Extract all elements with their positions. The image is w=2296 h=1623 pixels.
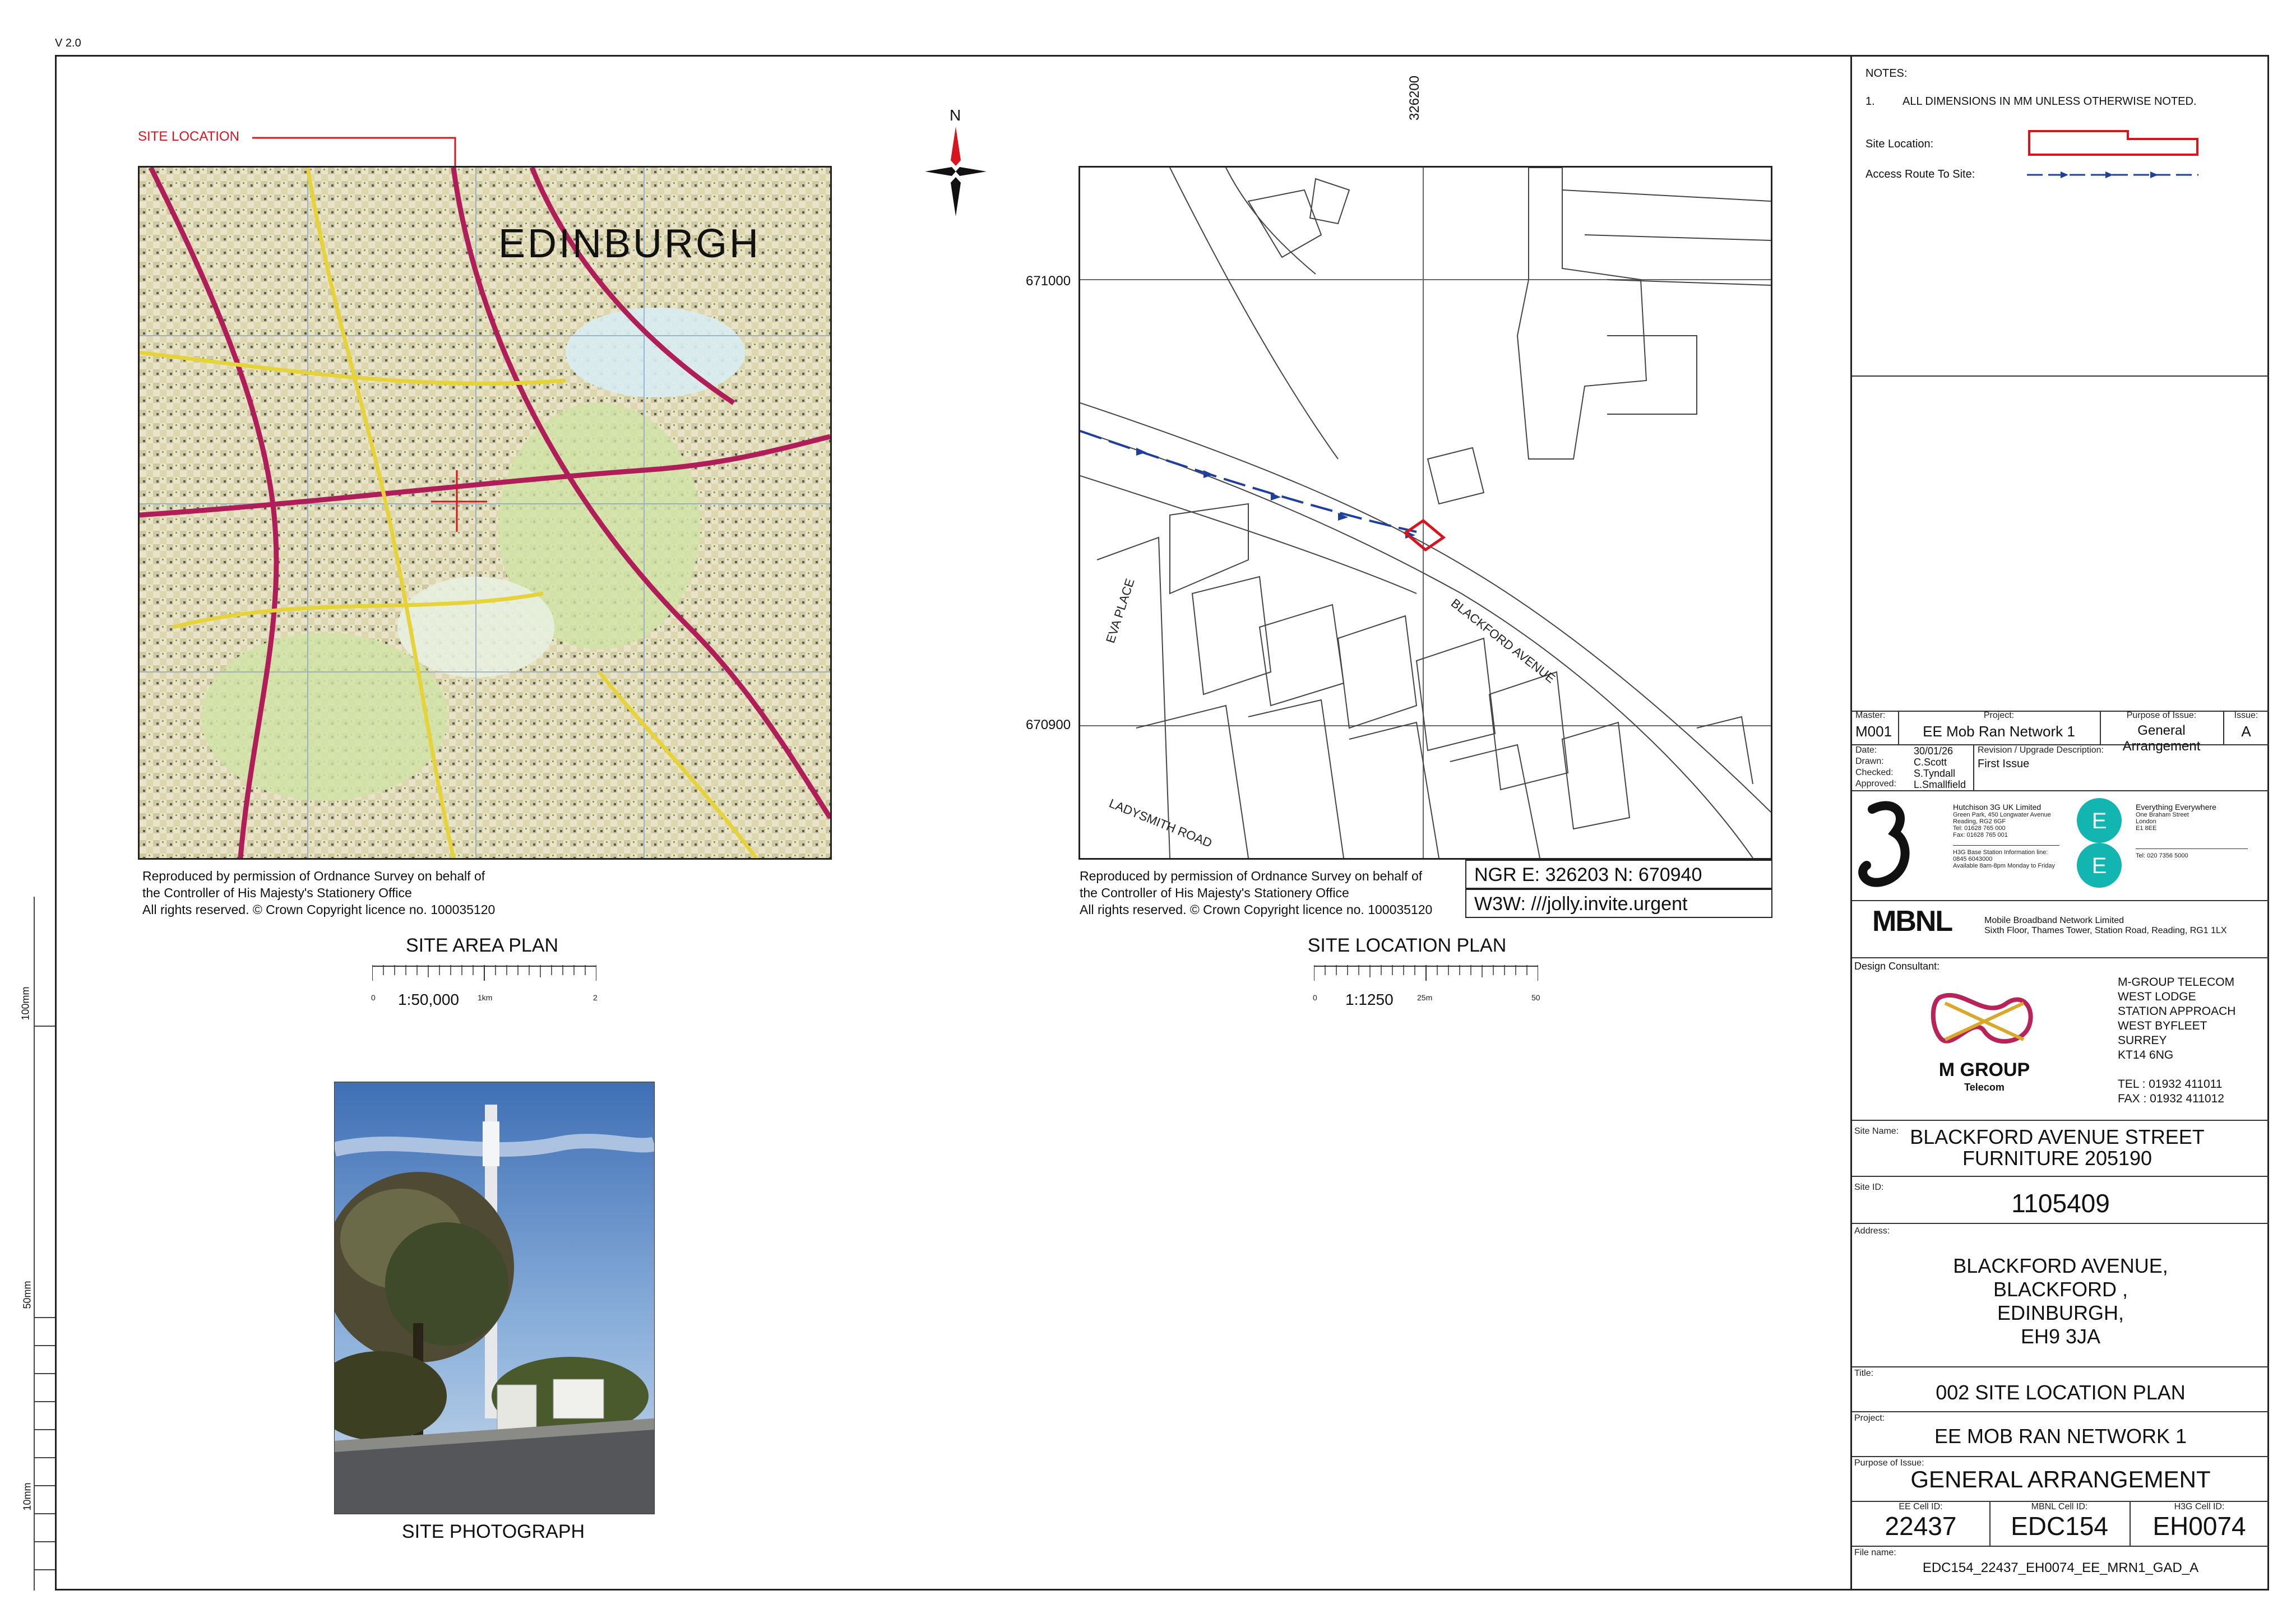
h3g-info: Hutchison 3G UK Limited Green Park, 450 … xyxy=(1953,803,2059,869)
area-ruler-start: 0 xyxy=(371,993,376,1002)
site-photograph xyxy=(334,1082,655,1514)
revision-table: Date: 30/01/26 Drawn: C.Scott Checked: S… xyxy=(1855,745,2104,790)
site-name: BLACKFORD AVENUE STREET FURNITURE 205190 xyxy=(1910,1125,2205,1170)
area-plan-scale: 1:50,000 xyxy=(398,991,459,1008)
ee-info: Everything Everywhere One Braham Street … xyxy=(2136,803,2248,859)
version-label: V 2.0 xyxy=(55,37,81,49)
location-ruler-start: 0 xyxy=(1313,993,1317,1002)
area-plan-scale-ruler xyxy=(372,965,597,987)
file-name: EDC154_22437_EH0074_EE_MRN1_GAD_A xyxy=(1922,1560,2199,1575)
drawn-value: C.Scott xyxy=(1914,757,1947,768)
ee-cell-value: 22437 xyxy=(1885,1511,1957,1541)
h3g-cell: H3G Cell ID: EH0074 xyxy=(2130,1502,2269,1546)
map-place-name: EDINBURGH xyxy=(498,221,761,266)
master-value: M001 xyxy=(1855,723,1892,740)
site-area-plan-title: SITE AREA PLAN xyxy=(405,935,559,956)
mbnl-cell-value: EDC154 xyxy=(2011,1511,2108,1541)
w3w-box: W3W: ///jolly.invite.urgent xyxy=(1465,889,1772,918)
ngr-box: NGR E: 326203 N: 670940 xyxy=(1465,860,1772,889)
location-ruler-mid: 25m xyxy=(1417,993,1433,1002)
location-plan-copyright: Reproduced by permission of Ordnance Sur… xyxy=(1080,869,1433,917)
issue-value: A xyxy=(2241,723,2251,740)
date-value: 30/01/26 xyxy=(1914,745,1954,757)
svg-text:E: E xyxy=(2092,809,2107,833)
site-area-map: EDINBURGH xyxy=(138,166,832,860)
revision-value: First Issue xyxy=(1978,758,2030,770)
approved-value: L.Smallfield xyxy=(1914,779,1966,790)
issue-cell: Issue: A xyxy=(2223,711,2269,744)
area-plan-copyright: Reproduced by permission of Ordnance Sur… xyxy=(142,869,496,917)
north-arrow-icon xyxy=(925,127,987,216)
three-logo xyxy=(1858,801,1910,887)
design-consultant-label: Design Consultant: xyxy=(1854,961,1940,972)
site-photograph-title: SITE PHOTOGRAPH xyxy=(401,1521,585,1542)
area-ruler-mid: 1km xyxy=(478,993,493,1002)
mbnl-logo: MBNL xyxy=(1872,905,1953,938)
scale-mark-100: 100mm xyxy=(20,986,31,1021)
site-id: 1105409 xyxy=(2011,1189,2110,1218)
ee-cell: EE Cell ID: 22437 xyxy=(1852,1502,1991,1546)
checked-value: S.Tyndall xyxy=(1914,768,1956,779)
mgroup-logo-text: M GROUP xyxy=(1938,1059,2030,1081)
project2: EE MOB RAN NETWORK 1 xyxy=(1934,1425,2187,1448)
project-value: EE Mob Ran Network 1 xyxy=(1923,723,2075,740)
purpose2: GENERAL ARRANGEMENT xyxy=(1910,1466,2211,1492)
address-label: Address: xyxy=(1854,1226,1890,1236)
scale-mark-50: 50mm xyxy=(21,1281,33,1309)
drawing-title: 002 SITE LOCATION PLAN xyxy=(1936,1381,2186,1404)
title-label: Title: xyxy=(1854,1369,1874,1378)
svg-text:E: E xyxy=(2092,854,2107,878)
ee-logo: E E xyxy=(2077,798,2122,888)
mgroup-logo-sub: Telecom xyxy=(1964,1082,2005,1093)
mbnl-info: Mobile Broadband Network Limited Sixth F… xyxy=(1984,916,2227,935)
scale-mark-10: 10mm xyxy=(21,1482,33,1511)
site-location-plan-title: SITE LOCATION PLAN xyxy=(1307,935,1507,956)
location-plan-scale: 1:1250 xyxy=(1345,991,1394,1008)
north-label: N xyxy=(950,106,961,124)
easting-label: 326200 xyxy=(1407,75,1422,120)
mgroup-address: M-GROUP TELECOM WEST LODGE STATION APPRO… xyxy=(2118,976,2236,1105)
project-cell: Project: EE Mob Ran Network 1 xyxy=(1898,711,2101,744)
side-scale: 100mm 50mm 10mm xyxy=(20,897,55,1590)
purpose-cell: Purpose of Issue: General Arrangement xyxy=(2100,711,2224,754)
file-label: File name: xyxy=(1854,1548,1896,1557)
location-ruler-end: 50 xyxy=(1531,993,1540,1002)
mgroup-logo xyxy=(1931,993,2033,1044)
project2-label: Project: xyxy=(1854,1413,1885,1423)
location-plan-scale-ruler xyxy=(1313,965,1539,987)
northing-bottom-label: 670900 xyxy=(1026,717,1071,732)
master-cell: Master: M001 xyxy=(1852,711,1899,744)
address: BLACKFORD AVENUE, BLACKFORD , EDINBURGH,… xyxy=(1953,1254,2168,1348)
h3g-cell-value: EH0074 xyxy=(2152,1511,2246,1541)
area-ruler-end: 2 xyxy=(593,993,598,1002)
mbnl-cell: MBNL Cell ID: EDC154 xyxy=(1989,1502,2131,1546)
northing-top-label: 671000 xyxy=(1026,273,1071,289)
site-location-pointer-label: SITE LOCATION xyxy=(138,129,239,144)
site-location-map: BLACKFORD AVENUE EVA PLACE LADYSMITH ROA… xyxy=(1078,166,1772,860)
